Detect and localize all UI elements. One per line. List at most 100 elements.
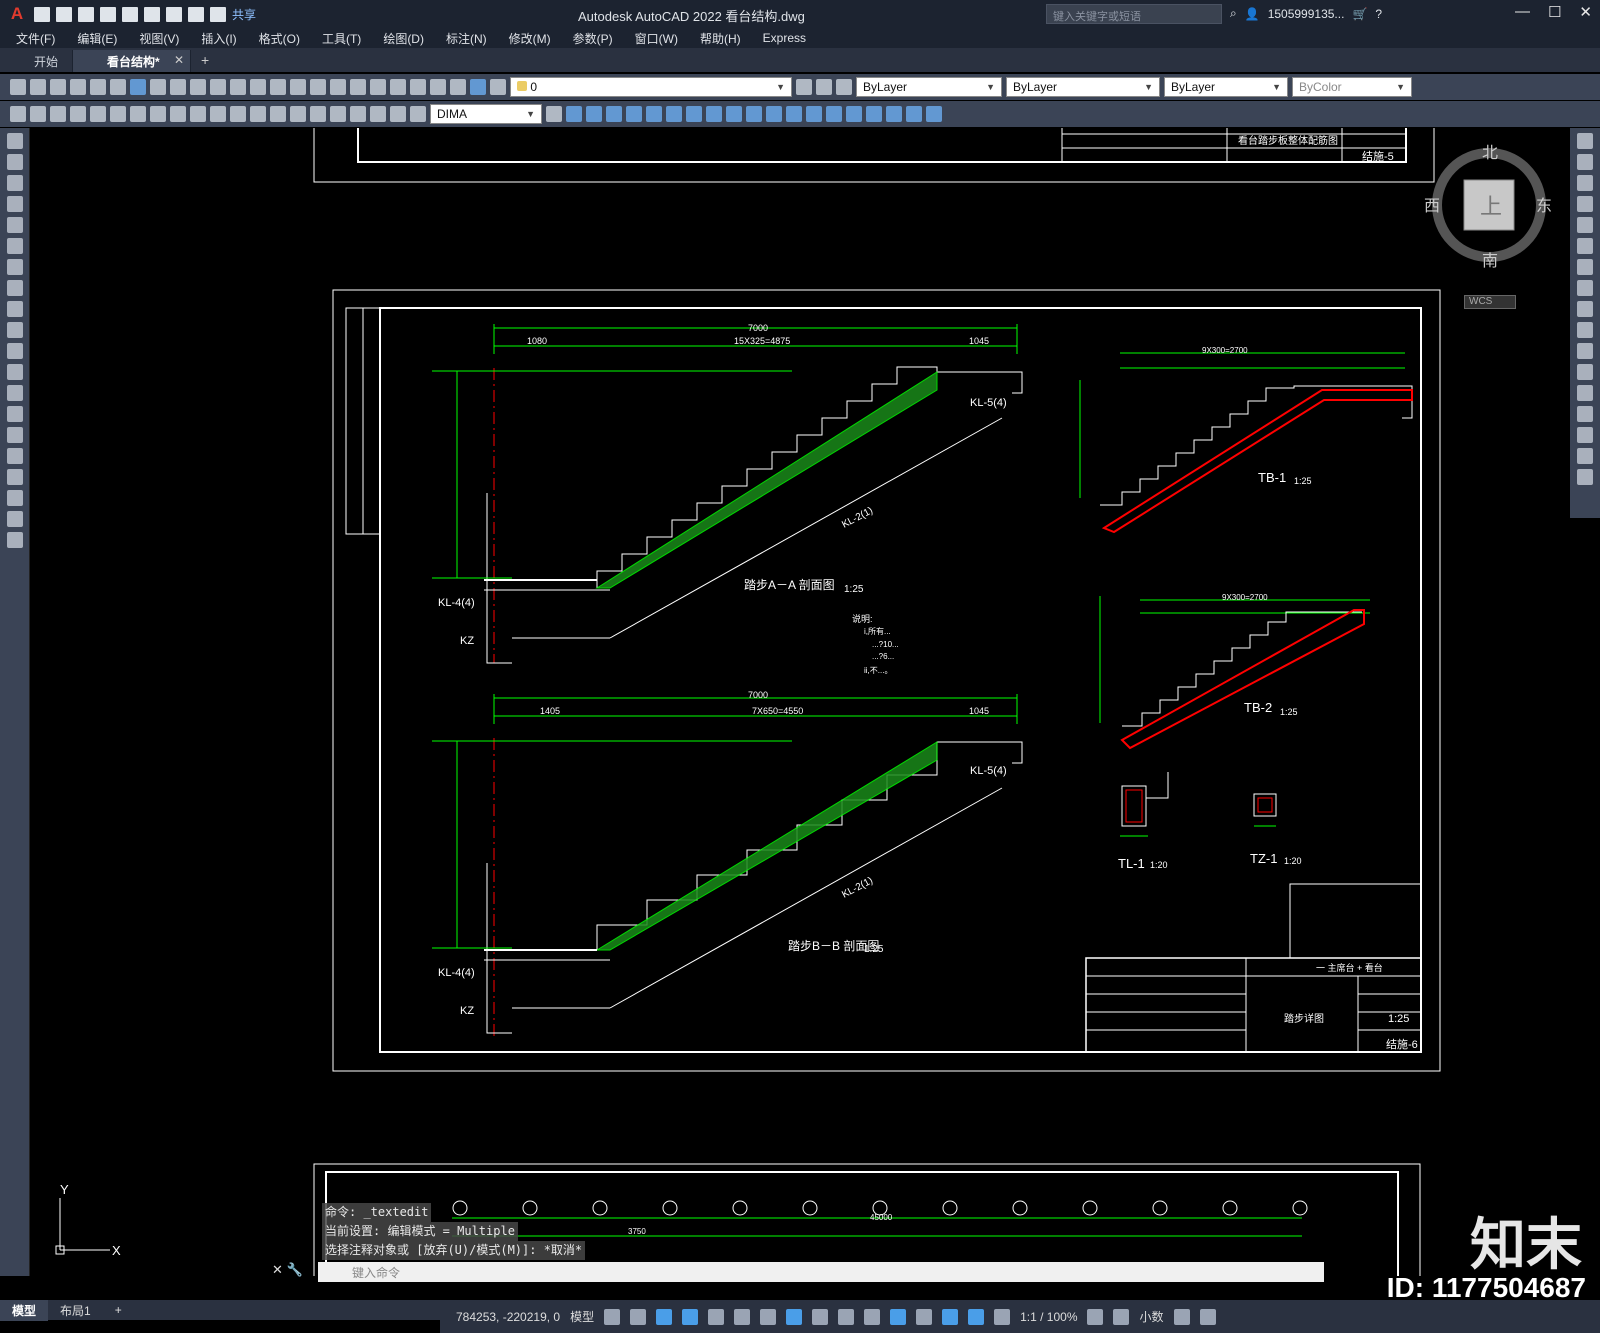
- copy-icon[interactable]: [170, 79, 186, 95]
- make-block-icon[interactable]: [7, 385, 23, 401]
- line-icon[interactable]: [7, 133, 23, 149]
- units-button[interactable]: 小数: [1139, 1308, 1163, 1325]
- color-dropdown[interactable]: ByLayer ▼: [856, 77, 1002, 97]
- menu-format[interactable]: 格式(O): [259, 30, 300, 47]
- layer-states-icon[interactable]: [836, 79, 852, 95]
- user-name[interactable]: 1505999135...: [1268, 7, 1345, 21]
- lineweight-dropdown[interactable]: ByLayer ▼: [1164, 77, 1288, 97]
- selection-cycling-icon[interactable]: [864, 1308, 881, 1325]
- spline-icon[interactable]: [7, 301, 23, 317]
- rotate-icon[interactable]: [1577, 259, 1593, 275]
- circle-icon[interactable]: [7, 259, 23, 275]
- redo-icon[interactable]: [250, 79, 266, 95]
- calculator-icon[interactable]: [450, 79, 466, 95]
- arc-icon[interactable]: [7, 238, 23, 254]
- menu-modify[interactable]: 修改(M): [509, 30, 551, 47]
- model-space-button[interactable]: 模型: [570, 1308, 594, 1325]
- close-button[interactable]: ✕: [1579, 3, 1592, 21]
- linear-dim-icon[interactable]: [70, 106, 86, 122]
- menu-dimension[interactable]: 标注(N): [446, 30, 487, 47]
- extend-icon[interactable]: [1577, 343, 1593, 359]
- menu-parametric[interactable]: 参数(P): [573, 30, 613, 47]
- command-input[interactable]: 键入命令: [318, 1262, 1324, 1282]
- help-icon[interactable]: [470, 79, 486, 95]
- annotation-scale[interactable]: 1:1 / 100%: [1020, 1310, 1077, 1324]
- properties-icon[interactable]: [350, 79, 366, 95]
- snap-icon[interactable]: [630, 1308, 647, 1325]
- break-icon[interactable]: [786, 106, 802, 122]
- search-input[interactable]: 键入关键字或短语: [1046, 4, 1222, 24]
- explode-icon[interactable]: [1577, 469, 1593, 485]
- undo-icon[interactable]: [230, 79, 246, 95]
- lineweight-icon[interactable]: [812, 1308, 829, 1325]
- pan-icon[interactable]: [270, 79, 286, 95]
- cart-icon[interactable]: 🛒: [1352, 7, 1367, 21]
- chamfer-icon[interactable]: [826, 106, 842, 122]
- print-icon[interactable]: [70, 79, 86, 95]
- polygon-icon[interactable]: [7, 196, 23, 212]
- save-as-icon[interactable]: [100, 6, 116, 22]
- copy-obj-icon[interactable]: [586, 106, 602, 122]
- wcs-menu[interactable]: WCS: [1464, 295, 1516, 309]
- osnap-icon[interactable]: [786, 1308, 803, 1325]
- menu-insert[interactable]: 插入(I): [201, 30, 236, 47]
- save-web-icon[interactable]: [144, 6, 160, 22]
- scale-icon[interactable]: [1577, 280, 1593, 296]
- layer-dropdown[interactable]: 0 ▼: [510, 77, 792, 97]
- fillet-icon[interactable]: [846, 106, 862, 122]
- open-icon[interactable]: [30, 79, 46, 95]
- tab-layout1[interactable]: 布局1: [48, 1300, 103, 1321]
- dim-text-edit-icon[interactable]: [390, 106, 406, 122]
- angular-dim-icon[interactable]: [210, 106, 226, 122]
- preview-icon[interactable]: [90, 79, 106, 95]
- move-icon[interactable]: [666, 106, 682, 122]
- menu-edit[interactable]: 编辑(E): [77, 30, 117, 47]
- jogged-dim-icon[interactable]: [170, 106, 186, 122]
- ellipse-arc-icon[interactable]: [7, 343, 23, 359]
- radius-dim-icon[interactable]: [150, 106, 166, 122]
- redo-icon[interactable]: [210, 6, 226, 22]
- help-icon[interactable]: ?: [1375, 7, 1382, 21]
- move-icon[interactable]: [1577, 238, 1593, 254]
- diameter-dim-icon[interactable]: [190, 106, 206, 122]
- print-icon[interactable]: [166, 6, 182, 22]
- close-tab-icon[interactable]: ✕: [174, 53, 184, 67]
- tab-drawing[interactable]: 看台结构* ✕: [73, 50, 192, 72]
- mirror-icon[interactable]: [606, 106, 622, 122]
- break-icon[interactable]: [1577, 385, 1593, 401]
- add-selected-icon[interactable]: [7, 532, 23, 548]
- transparency-icon[interactable]: [838, 1308, 855, 1325]
- hatch-icon[interactable]: [7, 427, 23, 443]
- dimstyle-dropdown[interactable]: DIMA ▼: [430, 104, 542, 124]
- new-icon[interactable]: [34, 6, 50, 22]
- array-icon[interactable]: [1577, 217, 1593, 233]
- close-icon[interactable]: ✕: [272, 1262, 283, 1277]
- scale-icon[interactable]: [706, 106, 722, 122]
- compass-west[interactable]: 西: [1424, 198, 1440, 215]
- insert-block-icon[interactable]: [7, 364, 23, 380]
- wrench-icon[interactable]: 🔧: [287, 1262, 303, 1277]
- menu-help[interactable]: 帮助(H): [700, 30, 741, 47]
- dim-edit-icon[interactable]: [370, 106, 386, 122]
- sheet-set-icon[interactable]: [410, 79, 426, 95]
- stretch-icon[interactable]: [1577, 301, 1593, 317]
- menu-express[interactable]: Express: [763, 31, 806, 45]
- ortho-icon[interactable]: [682, 1308, 699, 1325]
- cut-icon[interactable]: [150, 79, 166, 95]
- compass-east[interactable]: 东: [1536, 197, 1552, 215]
- inspection-icon[interactable]: [350, 106, 366, 122]
- offset-icon[interactable]: [1577, 196, 1593, 212]
- drawing-canvas[interactable]: 看台踏步板整体配筋图 结施-5 一 主席台 + 看台 踏步详图 1:25 结施-…: [32, 128, 1568, 1276]
- construction-line-icon[interactable]: [7, 154, 23, 170]
- tool-palette-icon[interactable]: [390, 79, 406, 95]
- baseline-dim-icon[interactable]: [250, 106, 266, 122]
- new-tab-button[interactable]: +: [191, 52, 219, 72]
- trim-icon[interactable]: [1577, 322, 1593, 338]
- compass-north[interactable]: 北: [1482, 144, 1498, 162]
- dim-space-icon[interactable]: [290, 106, 306, 122]
- tolerance-icon[interactable]: [310, 106, 326, 122]
- save-icon[interactable]: [78, 6, 94, 22]
- table-icon[interactable]: [7, 490, 23, 506]
- undo-icon[interactable]: [188, 6, 204, 22]
- mtext-icon[interactable]: [30, 106, 46, 122]
